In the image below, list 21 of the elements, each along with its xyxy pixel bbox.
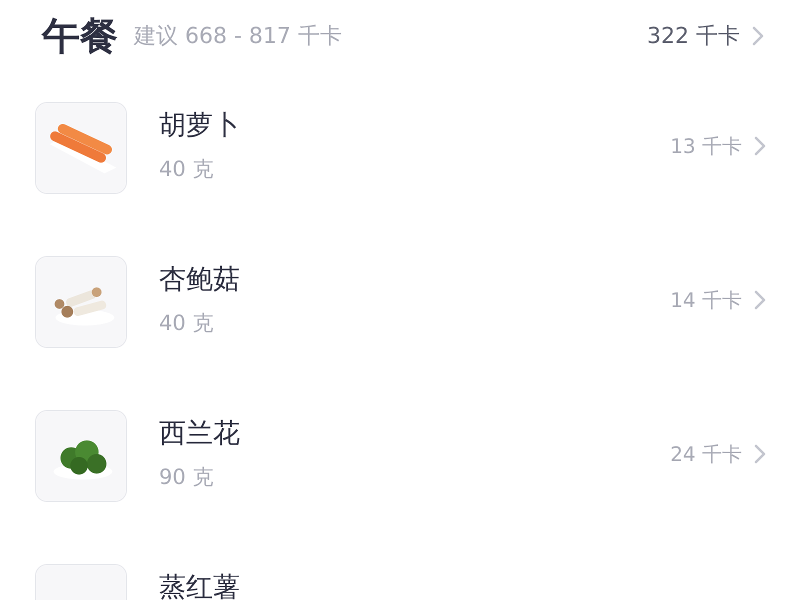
food-amount: 40 克 [159, 310, 214, 337]
food-row[interactable]: 杏鲍菇 40 克 14 千卡 [0, 256, 800, 348]
chevron-right-icon [754, 444, 766, 464]
food-amount: 90 克 [159, 464, 214, 491]
chevron-right-icon [754, 290, 766, 310]
chevron-right-icon [752, 26, 764, 46]
food-row[interactable]: 蒸红薯 [0, 564, 800, 600]
food-name: 西兰花 [159, 417, 240, 451]
chevron-right-icon [754, 136, 766, 156]
food-calories: 24 千卡 [670, 441, 742, 468]
food-row[interactable]: 胡萝卜 40 克 13 千卡 [0, 102, 800, 194]
food-row[interactable]: 西兰花 90 克 24 千卡 [0, 410, 800, 502]
food-amount: 40 克 [159, 156, 214, 183]
meal-total-button[interactable]: 322 千卡 [647, 20, 764, 52]
food-name: 蒸红薯 [159, 571, 240, 600]
food-calories: 13 千卡 [670, 133, 742, 160]
suggested-range: 建议 668 - 817 千卡 [134, 22, 342, 50]
food-calories: 14 千卡 [670, 287, 742, 314]
food-name: 胡萝卜 [159, 109, 240, 143]
food-name: 杏鲍菇 [159, 263, 240, 297]
meal-title: 午餐 [42, 12, 118, 60]
